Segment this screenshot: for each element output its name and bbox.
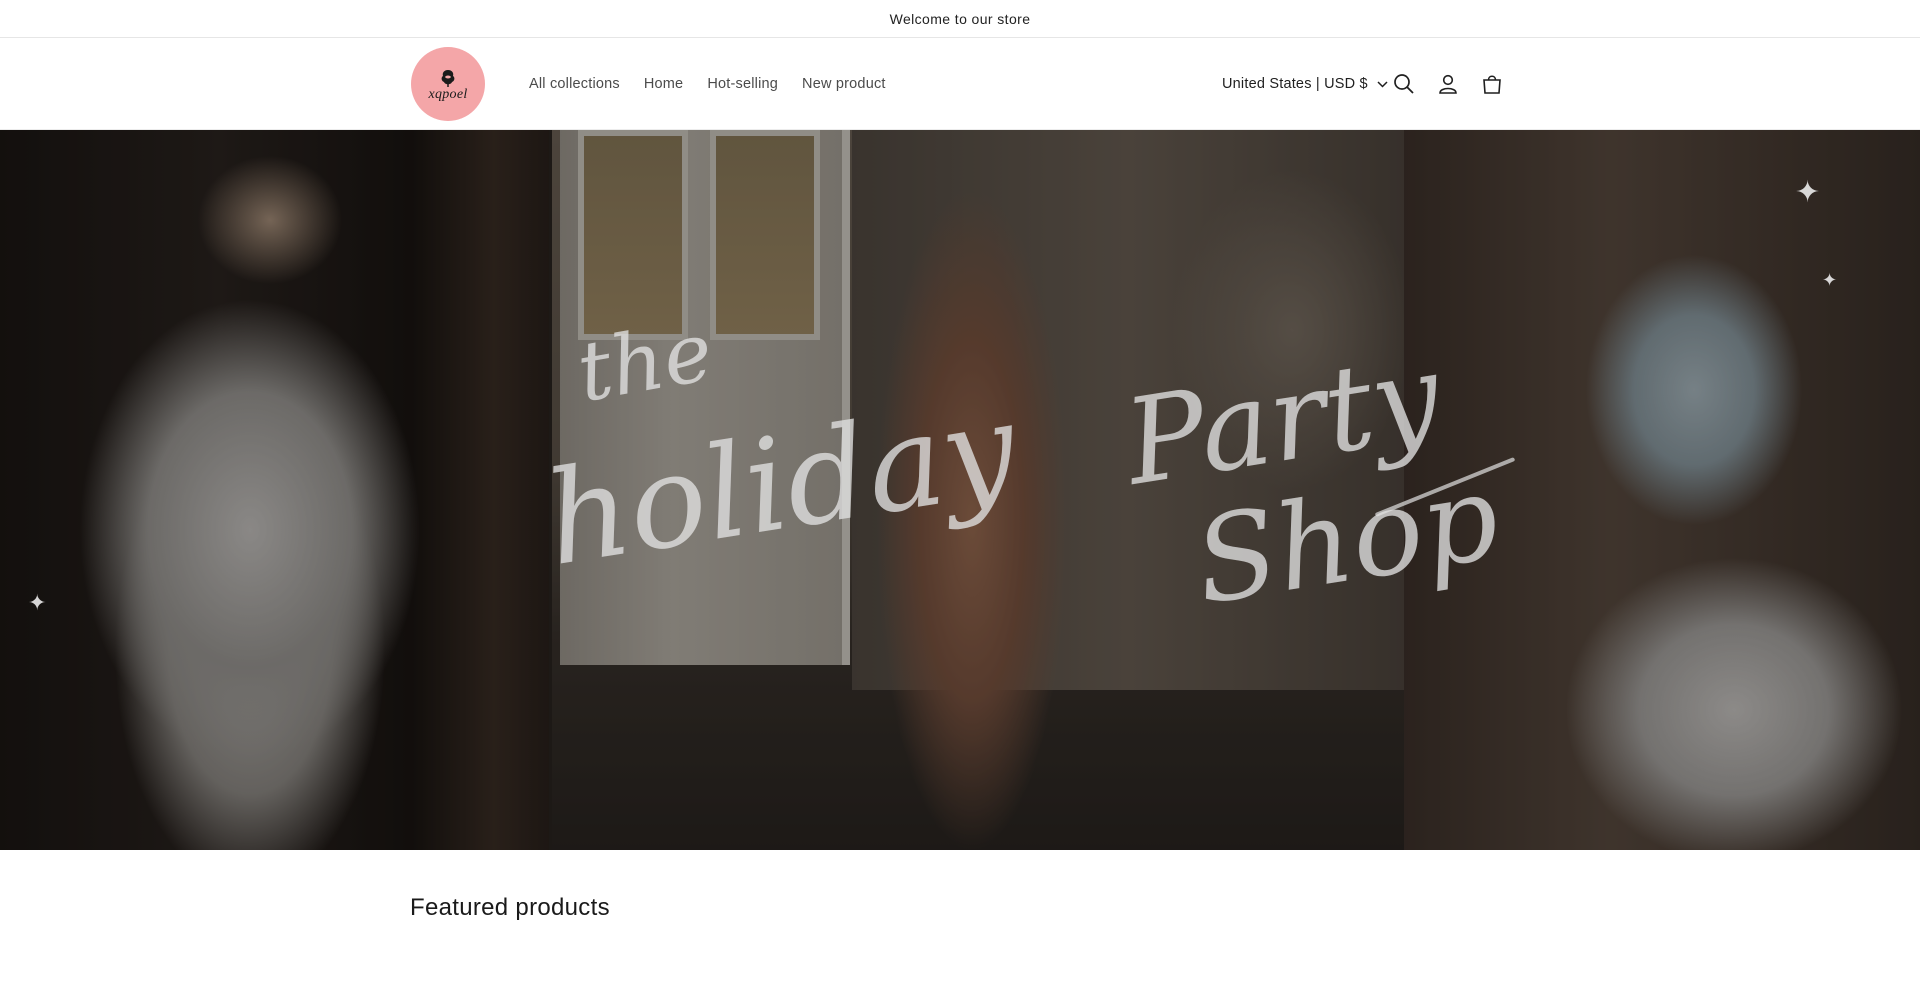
search-icon <box>1394 74 1414 94</box>
nav-link-hot-selling[interactable]: Hot-selling <box>707 76 778 92</box>
nav-link-all-collections[interactable]: All collections <box>529 76 620 92</box>
site-header: xqpoel All collections Home Hot-selling … <box>0 38 1920 130</box>
country-currency-selector[interactable]: United States | USD $ <box>1222 38 1388 130</box>
cart-icon <box>1483 75 1501 94</box>
account-icon <box>1439 74 1457 94</box>
rose-icon <box>441 69 455 87</box>
nav-link-home[interactable]: Home <box>644 76 683 92</box>
logo-text: xqpoel <box>428 86 468 102</box>
announcement-bar: Welcome to our store <box>0 0 1920 38</box>
hero-banner[interactable]: ✦ ✦ ✦ the holiday Party Shop <box>0 130 1920 850</box>
sparkle-icon: ✦ <box>1795 176 1821 209</box>
announcement-text: Welcome to our store <box>889 10 1031 27</box>
account-button[interactable] <box>1434 70 1462 98</box>
featured-products-heading: Featured products <box>410 894 610 921</box>
search-button[interactable] <box>1390 70 1418 98</box>
store-logo[interactable]: xqpoel <box>411 47 485 121</box>
chevron-down-icon <box>1377 80 1388 88</box>
currency-label: United States | USD $ <box>1222 76 1368 92</box>
sparkle-icon: ✦ <box>28 590 47 615</box>
main-nav: All collections Home Hot-selling New pro… <box>529 38 910 130</box>
sparkle-icon: ✦ <box>1822 270 1838 290</box>
cart-button[interactable] <box>1478 70 1506 98</box>
nav-link-new-product[interactable]: New product <box>802 76 886 92</box>
hero-overlay <box>0 130 1920 850</box>
